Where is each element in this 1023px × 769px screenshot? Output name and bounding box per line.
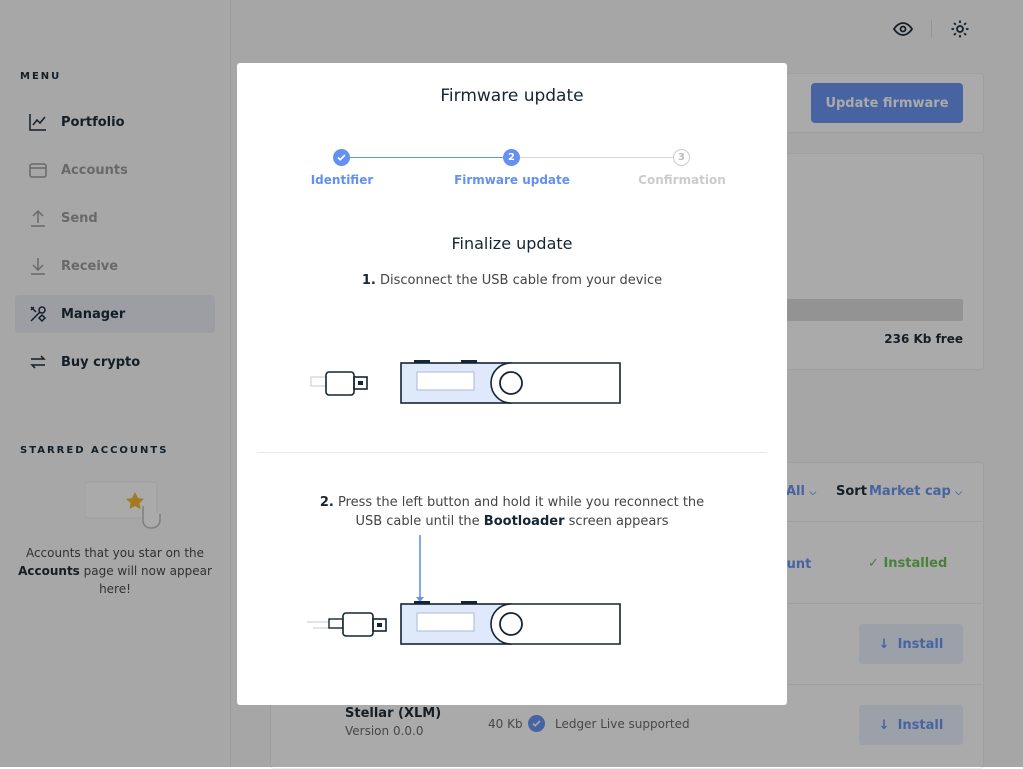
instruction-bold: Bootloader bbox=[483, 514, 565, 529]
step-label-identifier: Identifier bbox=[310, 173, 374, 187]
step-label-firmware-update: Firmware update bbox=[454, 173, 570, 187]
instruction-number: 2. bbox=[319, 495, 334, 510]
step-number-pending: 3 bbox=[673, 149, 690, 166]
stepper-line-pending bbox=[512, 157, 682, 158]
instruction-step-2: 2. Press the left button and hold it whi… bbox=[307, 493, 717, 531]
instruction-text: Disconnect the USB cable from your devic… bbox=[379, 273, 663, 288]
instruction-text: screen appears bbox=[564, 514, 669, 529]
section-divider bbox=[257, 452, 767, 453]
step-number-active: 2 bbox=[503, 149, 520, 166]
firmware-update-modal: Firmware update 2 3 Identifier Firmware … bbox=[237, 63, 787, 705]
finalize-heading: Finalize update bbox=[451, 234, 573, 253]
device-reconnect-illustration bbox=[307, 535, 621, 645]
step-done-check-icon bbox=[333, 149, 350, 166]
modal-title: Firmware update bbox=[440, 86, 584, 106]
instruction-step-1: 1. Disconnect the USB cable from your de… bbox=[237, 271, 787, 290]
instruction-number: 1. bbox=[361, 273, 376, 288]
device-disconnected-illustration bbox=[310, 360, 621, 404]
stepper-line-done bbox=[342, 157, 512, 158]
step-label-confirmation: Confirmation bbox=[638, 173, 726, 187]
